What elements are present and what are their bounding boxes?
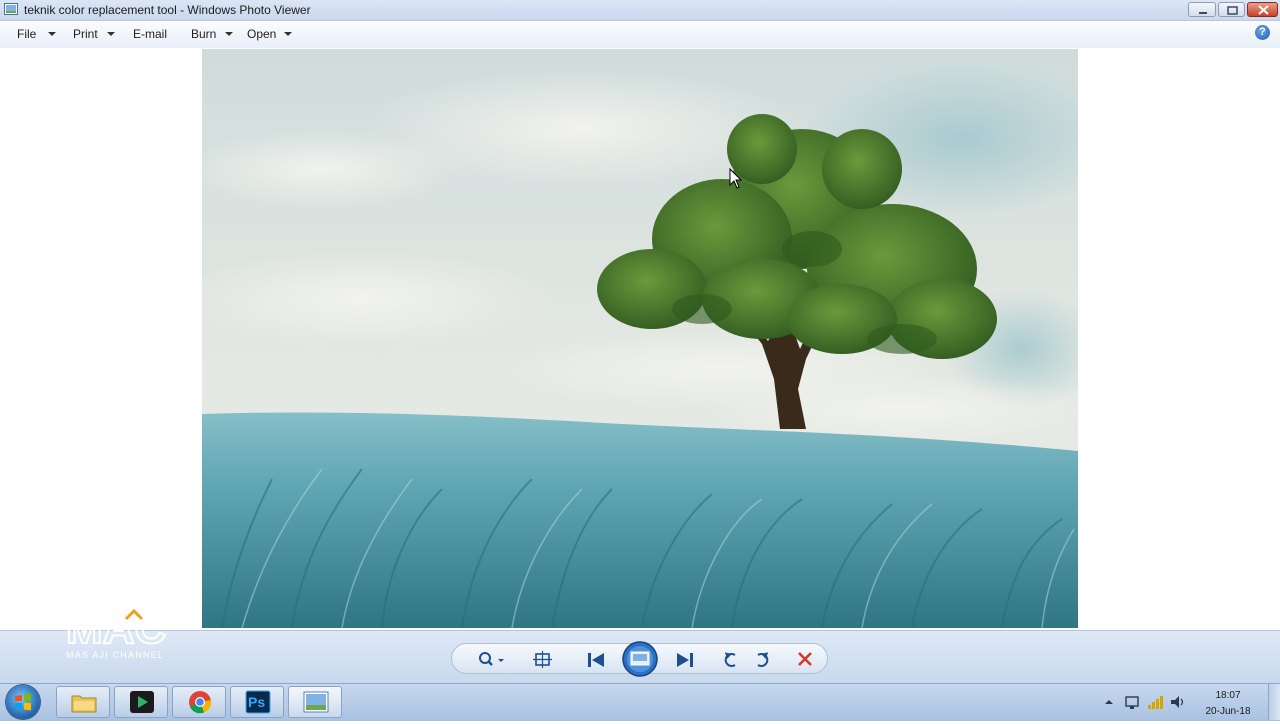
chevron-down-icon[interactable] (107, 32, 115, 36)
menu-email[interactable]: E-mail (133, 27, 167, 41)
chevron-down-icon[interactable] (225, 32, 233, 36)
clock-time: 18:07 (1215, 690, 1241, 701)
zoom-icon (479, 652, 504, 666)
signal-icon[interactable] (1147, 694, 1165, 710)
photo-viewer-icon (4, 3, 18, 15)
photoshop-label: Ps (248, 694, 266, 710)
svg-text:MAC: MAC (66, 604, 166, 653)
video-editor-icon (130, 691, 154, 713)
menu-bar: File Print E-mail Burn Open (0, 21, 1280, 49)
taskbar-video-editor[interactable] (114, 686, 168, 718)
title-bar: teknik color replacement tool - Windows … (0, 0, 1280, 21)
photo-viewer-icon (303, 691, 329, 713)
menu-burn[interactable]: Burn (191, 27, 216, 41)
taskbar-photoshop[interactable]: Ps (230, 686, 284, 718)
previous-icon (588, 653, 604, 667)
rotate-clockwise-button[interactable] (751, 650, 775, 670)
show-hidden-icons-arrow[interactable] (1104, 697, 1114, 707)
file-explorer-icon (71, 695, 97, 713)
next-button[interactable] (673, 650, 697, 670)
taskbar-photo-viewer[interactable] (288, 686, 342, 718)
rotate-counterclockwise-button[interactable] (720, 650, 744, 670)
maximize-button[interactable] (1218, 2, 1245, 17)
zoom-button[interactable] (476, 650, 504, 670)
minimize-button[interactable] (1188, 2, 1216, 17)
image-viewer (0, 48, 1280, 630)
minimize-icon (1199, 12, 1207, 14)
chevron-down-icon[interactable] (284, 32, 292, 36)
svg-text:MAS AJI CHANNEL: MAS AJI CHANNEL (66, 650, 164, 660)
help-icon[interactable]: ? (1255, 25, 1270, 40)
close-button[interactable] (1247, 2, 1278, 17)
taskbar-file-explorer[interactable] (56, 686, 110, 718)
clock-date: 20-Jun-18 (1205, 706, 1251, 717)
next-icon (677, 653, 693, 667)
system-clock[interactable]: 18:07 20-Jun-18 (1198, 688, 1258, 720)
actual-size-icon (533, 651, 552, 668)
slideshow-button[interactable] (621, 641, 659, 677)
window-title: teknik color replacement tool - Windows … (24, 3, 311, 17)
menu-print[interactable]: Print (73, 27, 98, 41)
actual-size-button[interactable] (532, 650, 556, 670)
menu-file[interactable]: File (17, 27, 36, 41)
delete-button[interactable] (795, 650, 819, 670)
maximize-icon (1227, 6, 1238, 15)
delete-icon (798, 652, 812, 666)
channel-watermark-logo: MAC MAS AJI CHANNEL (65, 603, 167, 660)
menu-open[interactable]: Open (247, 27, 276, 41)
displayed-photo[interactable] (202, 49, 1078, 628)
taskbar-chrome[interactable] (172, 686, 226, 718)
windows-start-icon[interactable] (6, 685, 40, 719)
show-desktop-button[interactable] (1268, 684, 1280, 720)
slideshow-icon (622, 641, 658, 677)
network-icon[interactable] (1124, 694, 1140, 710)
rotate-clockwise-icon (757, 652, 769, 667)
previous-button[interactable] (584, 650, 608, 670)
close-icon (1258, 5, 1269, 15)
volume-icon[interactable] (1169, 694, 1185, 710)
chrome-icon (189, 691, 212, 714)
chevron-down-icon[interactable] (48, 32, 56, 36)
rotate-counterclockwise-icon (724, 652, 736, 667)
